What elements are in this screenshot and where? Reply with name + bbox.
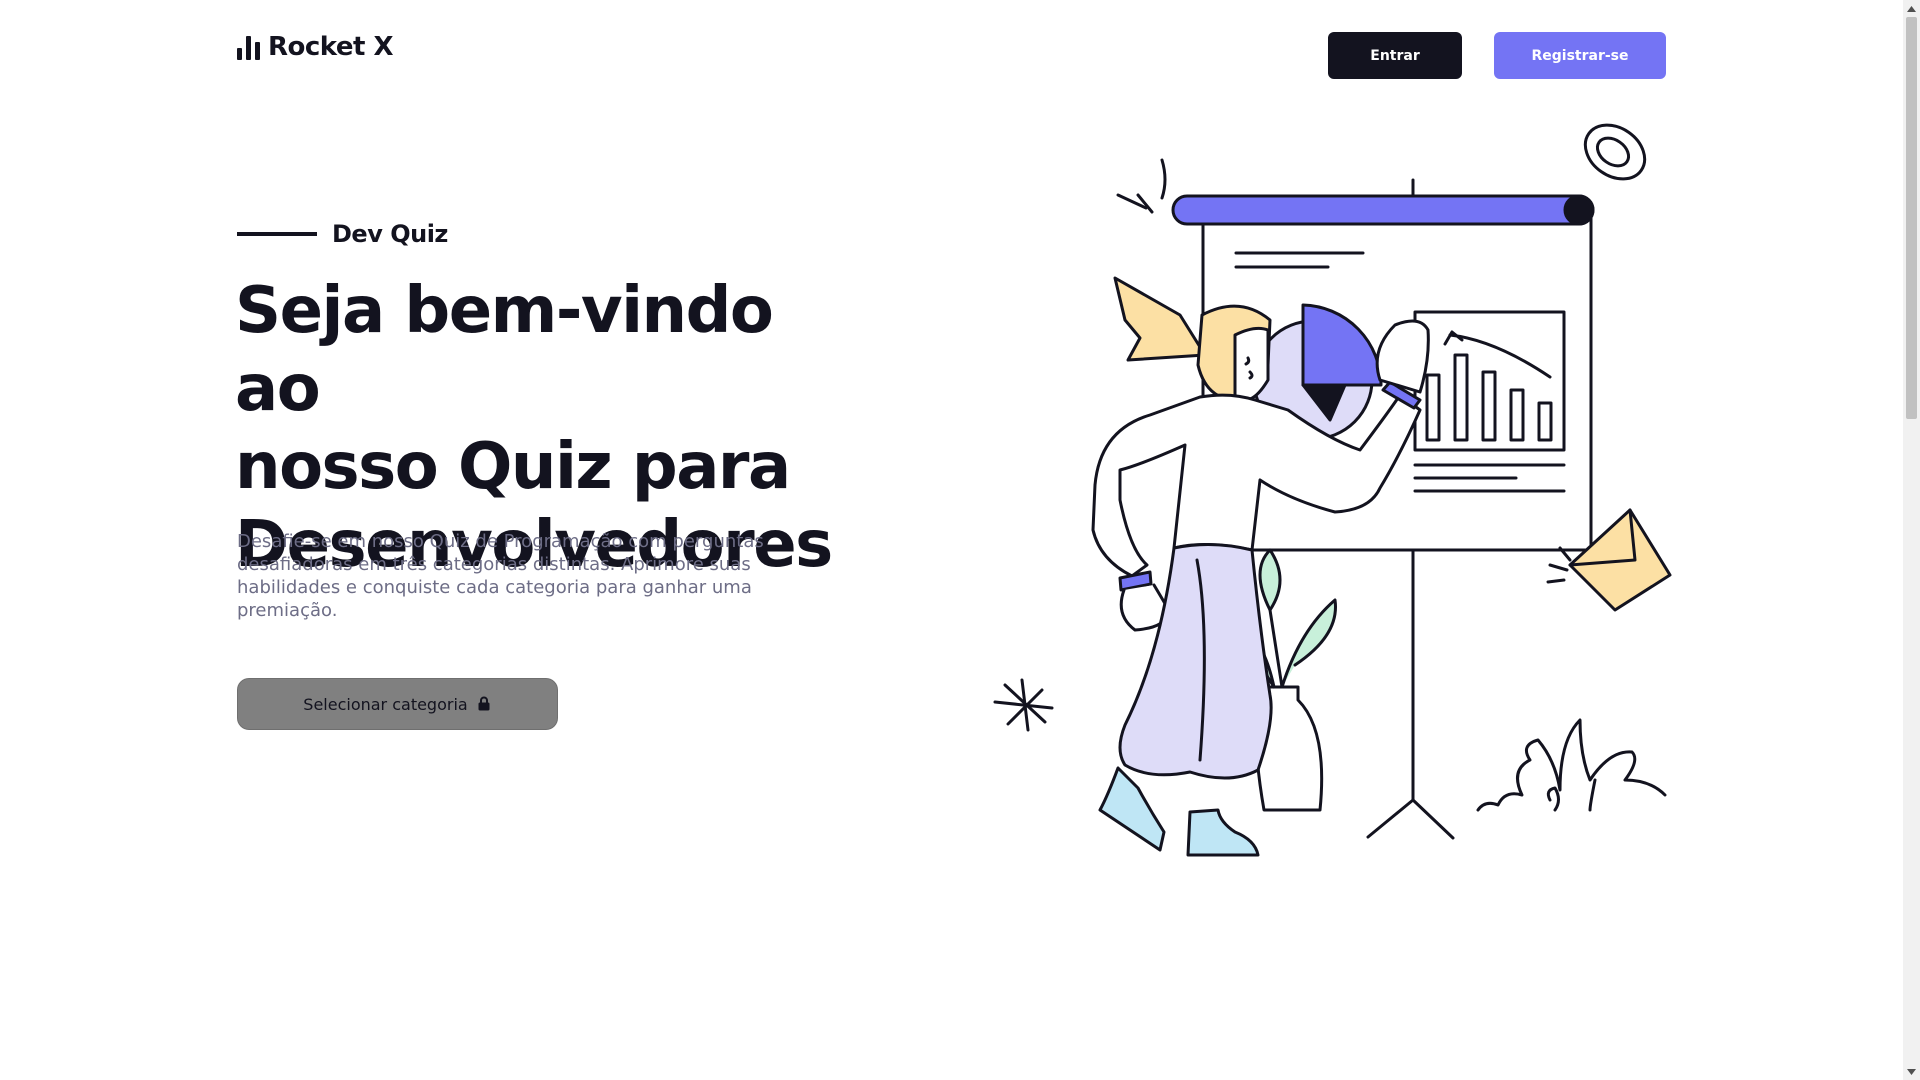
hero-title-line: Seja bem-vindo ao [235,274,774,426]
hero-description: Desafie-se em nosso Quiz de Programação … [237,531,764,621]
paperclip-icon [1583,123,1647,181]
select-category-button[interactable]: Selecionar categoria [237,678,558,730]
login-button[interactable]: Entrar [1328,32,1462,79]
page: Rocket X Entrar Registrar-se Dev Quiz Se… [0,0,1903,1080]
lock-icon [478,696,492,712]
scroll-up-arrow-icon[interactable] [1903,0,1920,17]
hero-illustration [993,123,1672,857]
brand-name: Rocket X [268,32,394,62]
scroll-down-arrow-icon[interactable] [1903,1063,1920,1080]
bush-icon [1476,718,1667,812]
brand-logo[interactable]: Rocket X [237,32,394,62]
eyebrow-divider [237,232,317,236]
hero-eyebrow: Dev Quiz [237,220,448,248]
register-button[interactable]: Registrar-se [1494,32,1666,79]
scrollbar-thumb[interactable] [1906,17,1917,419]
page-scrollbar[interactable] [1903,0,1920,1080]
hero-title-line: nosso Quiz para [235,430,791,504]
select-category-label: Selecionar categoria [303,694,468,714]
bar-chart-icon [237,34,260,60]
starburst-icon [993,678,1054,732]
sparkle-lines-icon [1116,158,1167,214]
eyebrow-label: Dev Quiz [332,220,448,248]
